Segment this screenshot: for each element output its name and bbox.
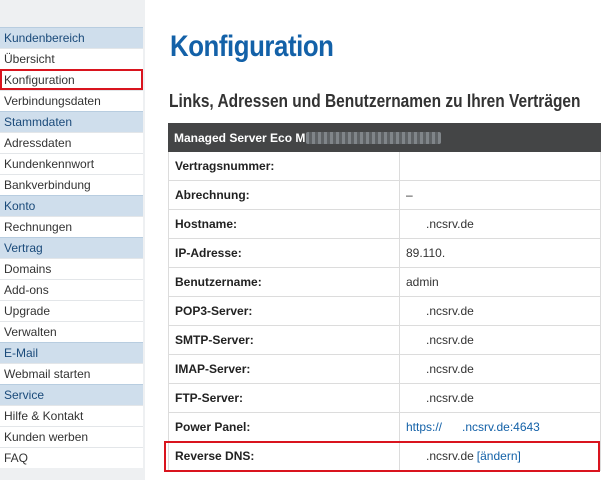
sidebar-item-verbindungsdaten[interactable]: Verbindungsdaten: [0, 90, 143, 111]
table-row: SMTP-Server: .ncsrv.de: [168, 326, 601, 355]
value-text: –: [406, 188, 413, 202]
row-label: POP3-Server:: [169, 297, 400, 325]
sidebar-item-add-ons[interactable]: Add-ons: [0, 279, 143, 300]
row-label: Abrechnung:: [169, 181, 400, 209]
page-subtitle: Links, Adressen und Benutzernamen zu Ihr…: [169, 91, 581, 111]
page-title: Konfiguration: [170, 30, 334, 63]
table-row: Hostname: .ncsrv.de: [168, 210, 601, 239]
sidebar-item-kunden-werben[interactable]: Kunden werben: [0, 426, 143, 447]
sidebar-section-vertrag: Vertrag: [0, 237, 143, 258]
power-panel-link-host[interactable]: .ncsrv.de:4643: [462, 420, 540, 434]
row-label: SMTP-Server:: [169, 326, 400, 354]
sidebar-nav: Kundenbereich Übersicht Konfiguration Verbi…: [0, 27, 143, 468]
row-label: IP-Adresse:: [169, 239, 400, 267]
row-value: –: [400, 181, 600, 209]
table-row: Benutzername: admin: [168, 268, 601, 297]
row-label: Vertragsnummer:: [169, 152, 400, 180]
table-row: IP-Adresse: 89.110.: [168, 239, 601, 268]
row-label: IMAP-Server:: [169, 355, 400, 383]
row-value: .ncsrv.de: [400, 297, 600, 325]
value-text: 89.110.: [406, 246, 446, 260]
sidebar-item-hilfe-kontakt[interactable]: Hilfe & Kontakt: [0, 405, 143, 426]
row-value: .ncsrv.de: [400, 384, 600, 412]
sidebar-item-konfiguration[interactable]: Konfiguration: [0, 69, 143, 90]
value-text: .ncsrv.de: [426, 391, 474, 405]
sidebar-section-konto: Konto: [0, 195, 143, 216]
row-value: 89.110.: [400, 239, 600, 267]
power-panel-link[interactable]: https://: [406, 420, 442, 434]
row-value: .ncsrv.de: [400, 355, 600, 383]
table-row: POP3-Server: .ncsrv.de: [168, 297, 601, 326]
change-reverse-dns-link[interactable]: [ändern]: [477, 449, 521, 463]
row-label: Benutzername:: [169, 268, 400, 296]
row-label: Reverse DNS:: [169, 442, 400, 470]
sidebar-item-kundenkennwort[interactable]: Kundenkennwort: [0, 153, 143, 174]
row-value: [400, 152, 600, 180]
value-text: .ncsrv.de: [426, 304, 474, 318]
value-text: .ncsrv.de: [426, 362, 474, 376]
contract-table: Managed Server Eco M Vertragsnummer: Abre…: [168, 123, 601, 471]
sidebar-section-service: Service: [0, 384, 143, 405]
redacted-text: [306, 131, 442, 144]
row-label: FTP-Server:: [169, 384, 400, 412]
table-row: FTP-Server: .ncsrv.de: [168, 384, 601, 413]
sidebar-item-rechnungen[interactable]: Rechnungen: [0, 216, 143, 237]
sidebar-item-domains[interactable]: Domains: [0, 258, 143, 279]
table-row: Vertragsnummer:: [168, 152, 601, 181]
value-text: .ncsrv.de: [426, 449, 474, 463]
table-row: Abrechnung: –: [168, 181, 601, 210]
table-row: Reverse DNS: .ncsrv.de [ändern]: [168, 442, 601, 471]
sidebar-section-kundenbereich: Kundenbereich: [0, 27, 143, 48]
sidebar-item-übersicht[interactable]: Übersicht: [0, 48, 143, 69]
sidebar-section-stammdaten: Stammdaten: [0, 111, 143, 132]
sidebar-item-faq[interactable]: FAQ: [0, 447, 143, 468]
table-row: IMAP-Server: .ncsrv.de: [168, 355, 601, 384]
sidebar-item-bankverbindung[interactable]: Bankverbindung: [0, 174, 143, 195]
sidebar-item-webmail-starten[interactable]: Webmail starten: [0, 363, 143, 384]
row-label: Hostname:: [169, 210, 400, 238]
table-header: Managed Server Eco M: [168, 123, 601, 152]
contract-name: Managed Server Eco M: [174, 130, 306, 145]
row-label: Power Panel:: [169, 413, 400, 441]
row-value: .ncsrv.de: [400, 210, 600, 238]
sidebar-section-e-mail: E-Mail: [0, 342, 143, 363]
value-text: admin: [406, 275, 439, 289]
value-text: .ncsrv.de: [426, 333, 474, 347]
value-text: .ncsrv.de: [426, 217, 474, 231]
table-row: Power Panel: https:// .ncsrv.de:4643: [168, 413, 601, 442]
row-value: .ncsrv.de: [400, 326, 600, 354]
sidebar-item-upgrade[interactable]: Upgrade: [0, 300, 143, 321]
row-value: https:// .ncsrv.de:4643: [400, 413, 600, 441]
row-value: admin: [400, 268, 600, 296]
row-value: .ncsrv.de [ändern]: [400, 442, 600, 470]
sidebar-item-adressdaten[interactable]: Adressdaten: [0, 132, 143, 153]
sidebar-item-verwalten[interactable]: Verwalten: [0, 321, 143, 342]
